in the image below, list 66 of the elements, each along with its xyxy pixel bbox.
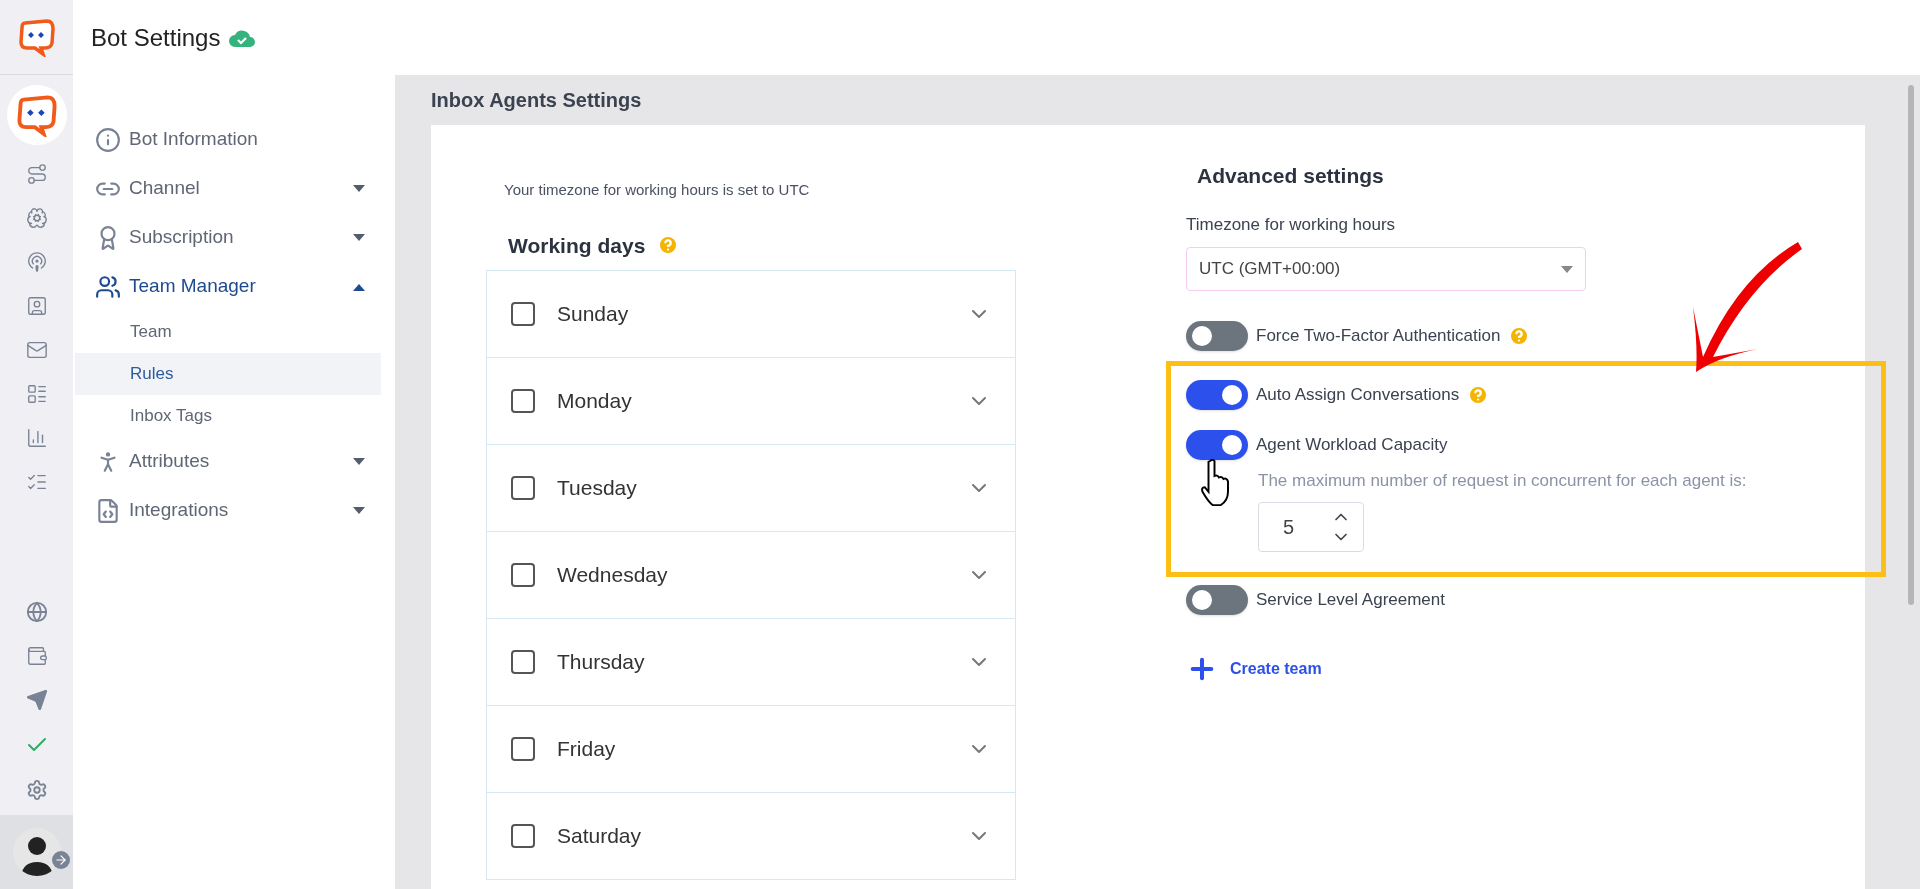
day-label: Saturday bbox=[557, 823, 643, 850]
sidebar-item[interactable]: Subscription bbox=[73, 213, 395, 262]
setting-label: Auto Assign Conversations bbox=[1256, 384, 1460, 407]
day-row[interactable]: Monday bbox=[486, 357, 1016, 445]
day-label: Friday bbox=[557, 736, 617, 763]
nav-icon[interactable] bbox=[25, 163, 48, 185]
create-team-button[interactable]: Create team bbox=[1186, 652, 1322, 685]
day-label: Thursday bbox=[557, 649, 646, 676]
sidebar-item[interactable]: Team Manager bbox=[73, 262, 395, 311]
day-checkbox[interactable] bbox=[511, 737, 535, 761]
section-title: Inbox Agents Settings bbox=[431, 88, 643, 113]
day-row[interactable]: Saturday bbox=[486, 792, 1016, 880]
day-checkbox[interactable] bbox=[511, 389, 535, 413]
day-checkbox[interactable] bbox=[511, 650, 535, 674]
page-title: Bot Settings bbox=[91, 22, 221, 53]
day-row[interactable]: Tuesday bbox=[486, 444, 1016, 532]
nav-icon[interactable] bbox=[25, 339, 48, 361]
wallet-icon[interactable] bbox=[25, 645, 48, 667]
timezone-label: Timezone for working hours bbox=[1186, 213, 1397, 236]
logo-icon bbox=[16, 17, 57, 57]
expand-icon[interactable] bbox=[52, 851, 70, 869]
send-icon[interactable] bbox=[25, 689, 48, 711]
submenu-item[interactable]: Inbox Tags bbox=[75, 395, 381, 437]
day-label: Monday bbox=[557, 388, 633, 415]
setting-label: Service Level Agreement bbox=[1256, 588, 1445, 611]
submenu-item[interactable]: Team bbox=[75, 311, 381, 353]
nav-icon[interactable] bbox=[25, 207, 48, 229]
item-icon bbox=[95, 273, 121, 300]
settings-icon[interactable] bbox=[25, 779, 48, 801]
day-checkbox[interactable] bbox=[511, 476, 535, 500]
nav-icon[interactable] bbox=[25, 427, 48, 449]
number-input[interactable]: 5 bbox=[1258, 501, 1364, 552]
day-row[interactable]: Thursday bbox=[486, 618, 1016, 706]
caret-icon bbox=[1561, 265, 1573, 273]
timezone-select[interactable]: UTC (GMT+00:00) bbox=[1186, 247, 1586, 291]
toggle-switch[interactable] bbox=[1186, 321, 1248, 351]
setting-label: Agent Workload Capacity bbox=[1256, 434, 1448, 457]
logo-icon bbox=[14, 93, 59, 137]
sidebar-item[interactable]: Bot Information bbox=[73, 115, 395, 164]
day-checkbox[interactable] bbox=[511, 824, 535, 848]
toggle-switch[interactable] bbox=[1186, 584, 1248, 615]
setting-label: Force Two-Factor Authentication bbox=[1256, 325, 1501, 348]
sidebar-item[interactable]: Channel bbox=[73, 164, 395, 213]
day-row[interactable]: Sunday bbox=[486, 270, 1016, 358]
sidebar-item[interactable]: Attributes bbox=[73, 437, 395, 486]
item-icon bbox=[95, 126, 121, 153]
nav-icon[interactable] bbox=[25, 383, 48, 405]
working-days-heading: Working days bbox=[508, 232, 646, 259]
capacity-description: The maximum number of request in concurrent for each agent is: bbox=[1258, 470, 1748, 492]
nav-icon[interactable] bbox=[25, 251, 48, 273]
toggle-switch[interactable] bbox=[1186, 430, 1248, 460]
day-label: Tuesday bbox=[557, 475, 638, 502]
advanced-heading: Advanced settings bbox=[1196, 163, 1385, 189]
globe-icon[interactable] bbox=[25, 601, 48, 623]
submenu-item[interactable]: Rules bbox=[75, 353, 381, 395]
day-checkbox[interactable] bbox=[511, 563, 535, 587]
toggle-switch[interactable] bbox=[1186, 380, 1248, 410]
item-icon bbox=[95, 497, 121, 524]
nav-icon[interactable] bbox=[25, 295, 48, 317]
day-label: Wednesday bbox=[557, 562, 669, 589]
day-checkbox[interactable] bbox=[511, 302, 535, 326]
sidebar-item[interactable]: Integrations bbox=[73, 486, 395, 535]
timezone-note: Your timezone for working hours is set to UTC bbox=[503, 180, 811, 200]
day-row[interactable]: Friday bbox=[486, 705, 1016, 793]
day-row[interactable]: Wednesday bbox=[486, 531, 1016, 619]
day-label: Sunday bbox=[557, 301, 630, 328]
